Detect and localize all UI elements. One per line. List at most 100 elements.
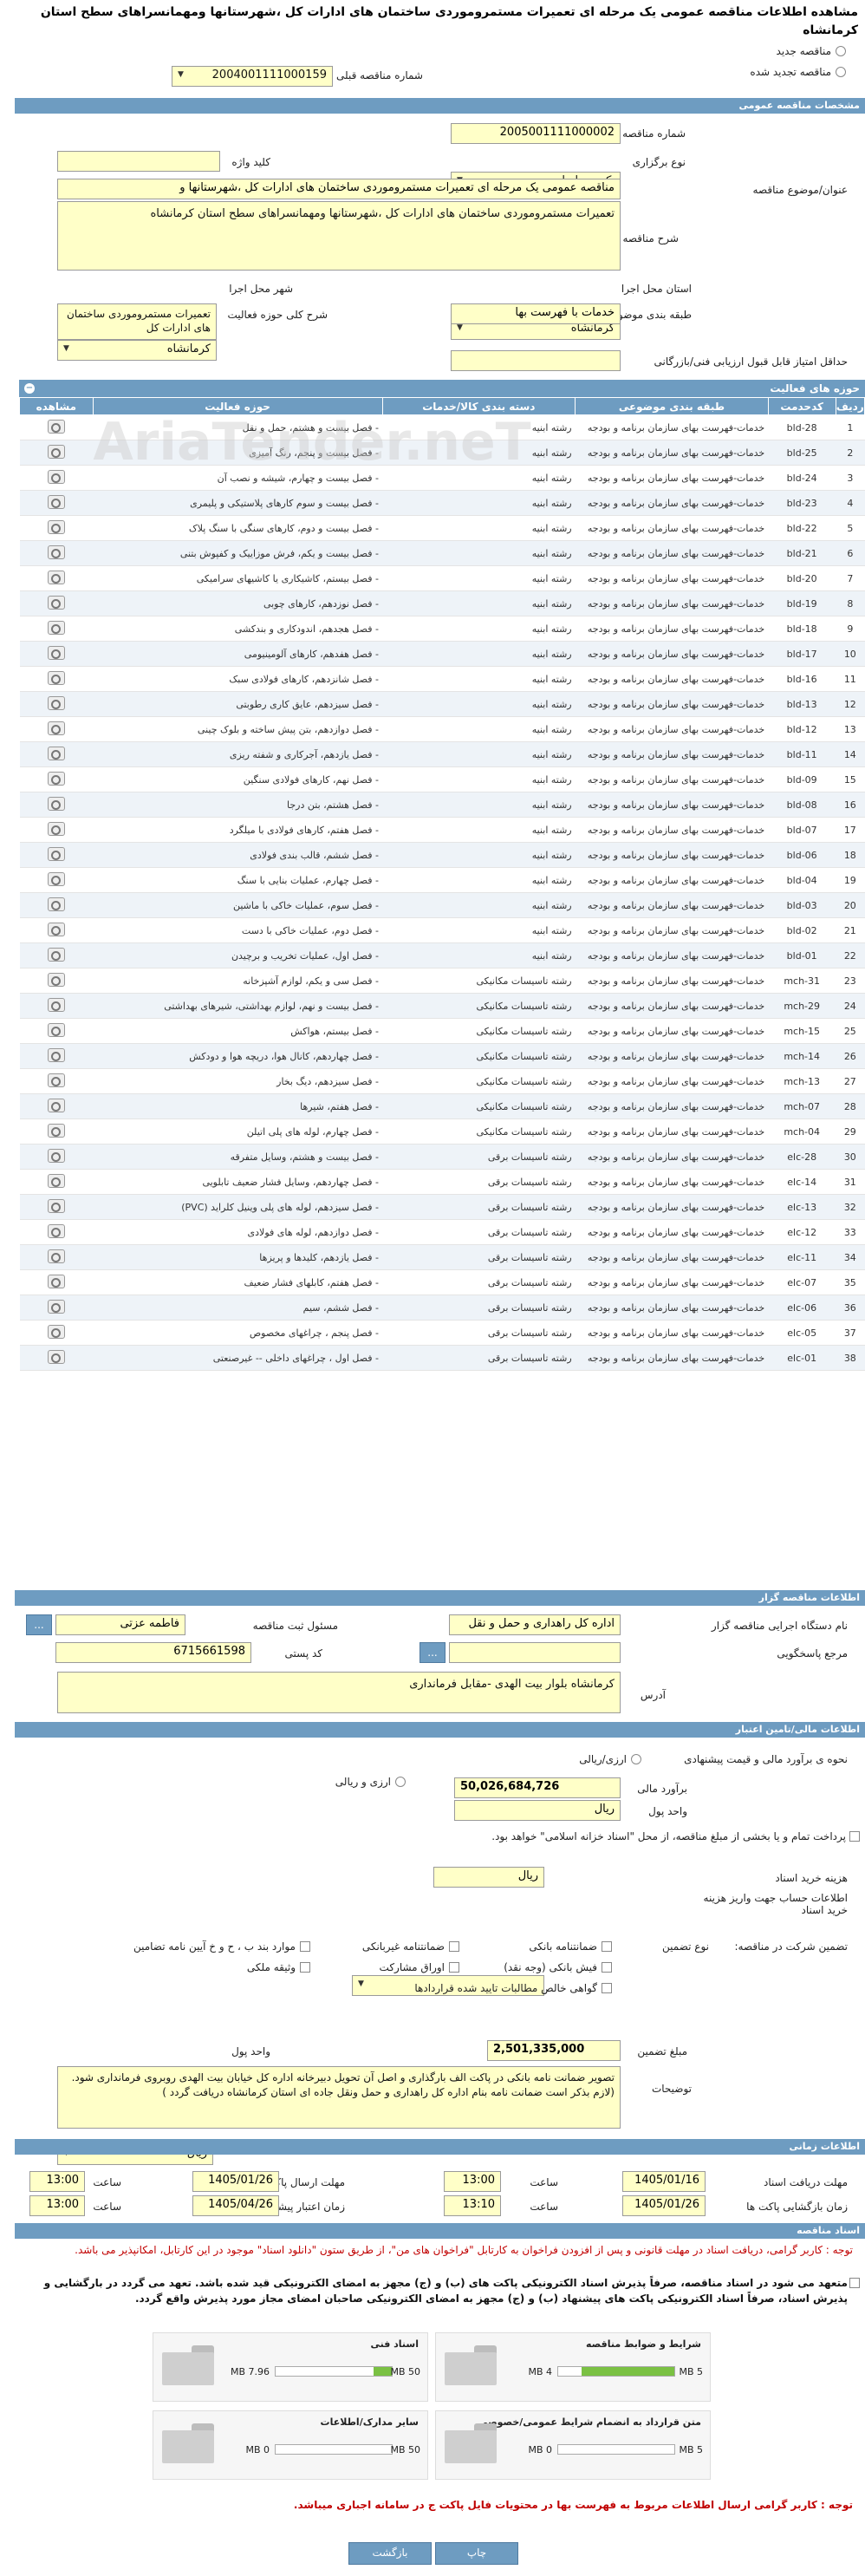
- view-cell[interactable]: [19, 716, 94, 742]
- estimate-both-radio[interactable]: ارزی و ریالی: [335, 1776, 406, 1788]
- view-icon[interactable]: [47, 972, 65, 987]
- view-icon[interactable]: [47, 771, 65, 786]
- radio-icon[interactable]: [836, 46, 846, 56]
- doc-card[interactable]: شرایط و ضوابط مناقصه 5 MB 4 MB: [435, 2332, 711, 2402]
- view-cell[interactable]: [19, 666, 94, 692]
- doc-card[interactable]: متن قرارداد به انضمام شرایط عمومی/خصوصی …: [435, 2410, 711, 2480]
- view-cell[interactable]: [19, 1345, 94, 1371]
- view-cell[interactable]: [19, 616, 94, 642]
- view-cell[interactable]: [19, 867, 94, 893]
- view-cell[interactable]: [19, 590, 94, 616]
- treasury-checkbox[interactable]: [849, 1831, 860, 1842]
- view-cell[interactable]: [19, 641, 94, 667]
- view-icon[interactable]: [47, 1249, 65, 1263]
- checkbox-icon[interactable]: [449, 1941, 459, 1952]
- commitment-checkbox[interactable]: [849, 2278, 860, 2288]
- renewed-tender-radio[interactable]: مناقصه تجدید شده: [750, 66, 846, 78]
- view-cell[interactable]: [19, 766, 94, 792]
- view-cell[interactable]: [19, 1244, 94, 1270]
- view-cell[interactable]: [19, 1295, 94, 1321]
- view-icon[interactable]: [47, 721, 65, 735]
- back-button[interactable]: بازگشت: [348, 2542, 432, 2565]
- radio-icon[interactable]: [836, 67, 846, 77]
- view-icon[interactable]: [47, 1299, 65, 1314]
- keyword-field[interactable]: [57, 151, 220, 172]
- view-cell[interactable]: [19, 691, 94, 717]
- view-icon[interactable]: [47, 947, 65, 962]
- view-icon[interactable]: [47, 1274, 65, 1288]
- doc-card[interactable]: سایر مدارک/اطلاعات 50 MB 0 MB: [153, 2410, 428, 2480]
- radio-icon[interactable]: [631, 1754, 641, 1764]
- view-icon[interactable]: [47, 1073, 65, 1087]
- claims-guarantee-checkbox[interactable]: گواهی خالص مطالبات تایید شده قراردادها: [414, 1982, 612, 1994]
- view-icon[interactable]: [47, 1324, 65, 1339]
- bonds-guarantee-checkbox[interactable]: اوراق مشارکت: [380, 1961, 459, 1973]
- print-button[interactable]: چاپ: [435, 2542, 518, 2565]
- view-cell[interactable]: [19, 968, 94, 994]
- view-cell[interactable]: [19, 1169, 94, 1195]
- collapse-icon[interactable]: −: [24, 383, 35, 394]
- view-cell[interactable]: [19, 1269, 94, 1295]
- view-icon[interactable]: [47, 846, 65, 861]
- view-icon[interactable]: [47, 1123, 65, 1138]
- rules-guarantee-checkbox[interactable]: موارد بند ب ، ح و خ آیین نامه تضامین: [133, 1940, 310, 1953]
- check-guarantee-checkbox[interactable]: فیش بانکی (وجه نقد): [504, 1961, 612, 1973]
- checkbox-icon[interactable]: [300, 1941, 310, 1952]
- view-icon[interactable]: [47, 695, 65, 710]
- view-icon[interactable]: [47, 645, 65, 660]
- view-icon[interactable]: [47, 570, 65, 584]
- view-icon[interactable]: [47, 997, 65, 1012]
- view-cell[interactable]: [19, 1018, 94, 1044]
- view-icon[interactable]: [47, 1223, 65, 1238]
- view-icon[interactable]: [47, 871, 65, 886]
- view-icon[interactable]: [47, 1047, 65, 1062]
- checkbox-icon[interactable]: [602, 1941, 612, 1952]
- ref-field[interactable]: [449, 1642, 621, 1663]
- view-cell[interactable]: [19, 741, 94, 767]
- new-tender-radio[interactable]: مناقصه جدید: [777, 45, 846, 57]
- view-cell[interactable]: [19, 817, 94, 843]
- ref-more-button[interactable]: ...: [419, 1642, 446, 1663]
- view-cell[interactable]: [19, 993, 94, 1019]
- checkbox-icon[interactable]: [849, 2278, 860, 2288]
- view-icon[interactable]: [47, 897, 65, 911]
- checkbox-icon[interactable]: [602, 1962, 612, 1973]
- view-icon[interactable]: [47, 821, 65, 836]
- estimate-single-radio[interactable]: ارزی/ریالی: [579, 1753, 641, 1765]
- view-cell[interactable]: [19, 515, 94, 541]
- view-cell[interactable]: [19, 842, 94, 868]
- view-icon[interactable]: [47, 1022, 65, 1037]
- view-icon[interactable]: [47, 1198, 65, 1213]
- view-cell[interactable]: [19, 892, 94, 918]
- view-icon[interactable]: [47, 1173, 65, 1188]
- view-cell[interactable]: [19, 1093, 94, 1119]
- view-cell[interactable]: [19, 1219, 94, 1245]
- radio-icon[interactable]: [395, 1777, 406, 1787]
- view-cell[interactable]: [19, 1043, 94, 1069]
- view-icon[interactable]: [47, 519, 65, 534]
- view-cell[interactable]: [19, 917, 94, 943]
- view-icon[interactable]: [47, 595, 65, 610]
- view-icon[interactable]: [47, 545, 65, 559]
- view-cell[interactable]: [19, 1194, 94, 1220]
- view-icon[interactable]: [47, 670, 65, 685]
- checkbox-icon[interactable]: [300, 1962, 310, 1973]
- city-select[interactable]: کرمانشاه: [57, 340, 217, 361]
- view-cell[interactable]: [19, 792, 94, 818]
- view-cell[interactable]: [19, 490, 94, 516]
- nonbank-guarantee-checkbox[interactable]: ضمانتنامه غیربانکی: [362, 1940, 459, 1953]
- prev-tender-select[interactable]: 2004001111000159: [172, 66, 333, 87]
- view-icon[interactable]: [47, 796, 65, 811]
- view-icon[interactable]: [47, 1349, 65, 1364]
- checkbox-icon[interactable]: [849, 1831, 860, 1842]
- checkbox-icon[interactable]: [602, 1983, 612, 1993]
- view-cell[interactable]: [19, 540, 94, 566]
- view-cell[interactable]: [19, 1068, 94, 1094]
- view-icon[interactable]: [47, 1098, 65, 1112]
- view-cell[interactable]: [19, 565, 94, 591]
- responsible-more-button[interactable]: ...: [26, 1614, 52, 1635]
- view-icon[interactable]: [47, 1148, 65, 1163]
- view-icon[interactable]: [47, 746, 65, 760]
- property-guarantee-checkbox[interactable]: وثیقه ملکی: [247, 1961, 310, 1973]
- view-cell[interactable]: [19, 1118, 94, 1145]
